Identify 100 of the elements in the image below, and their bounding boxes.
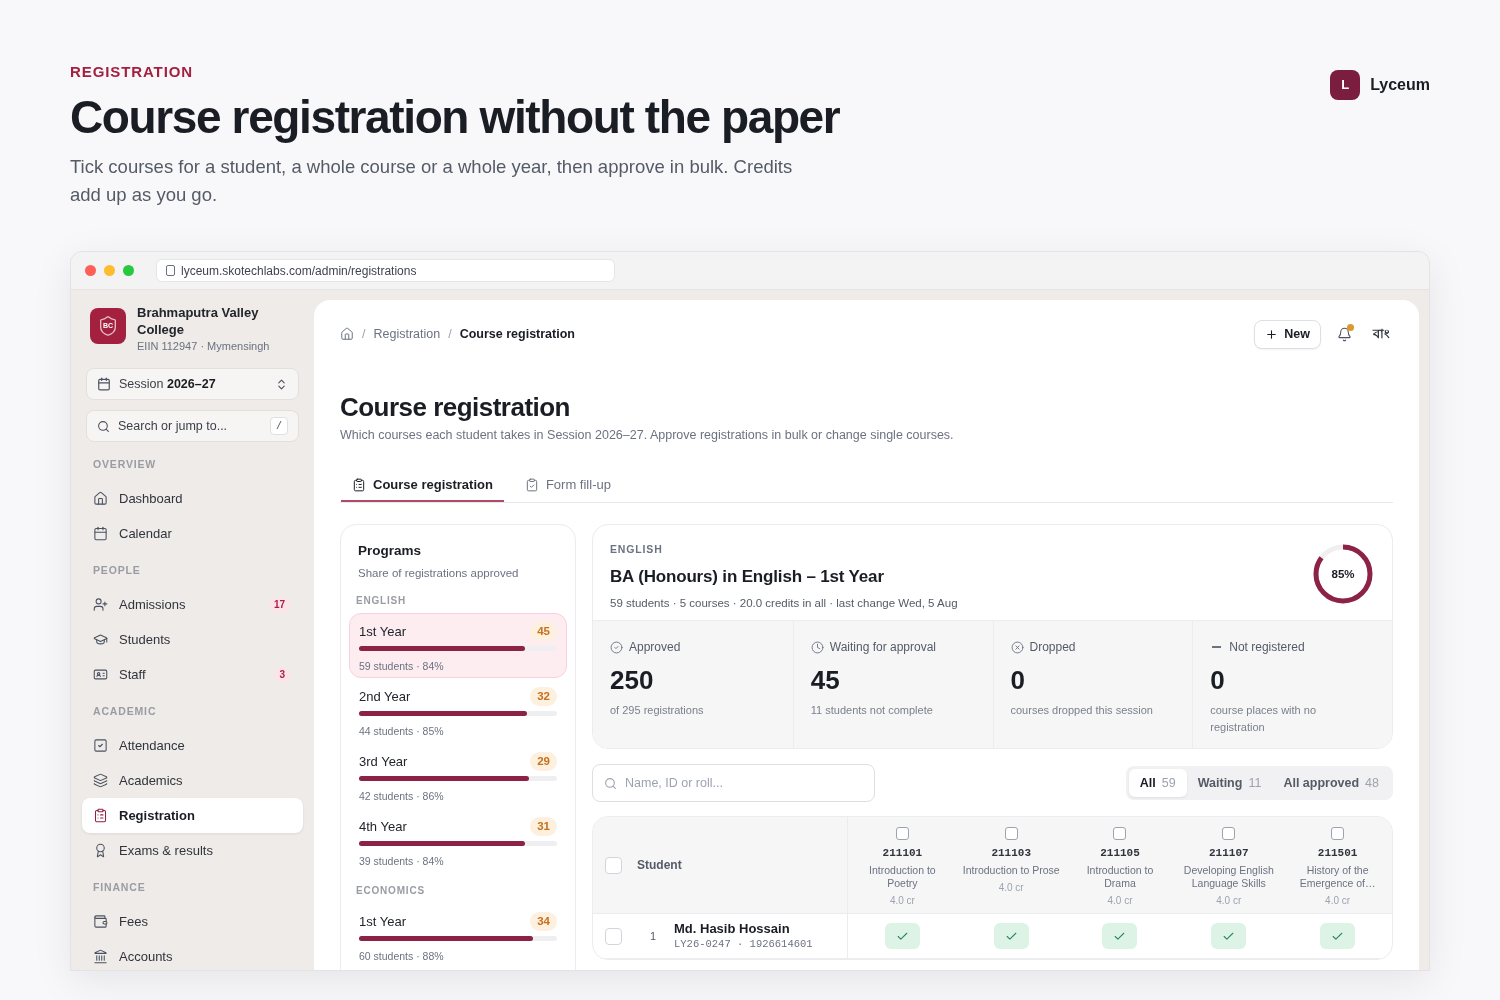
nav-item[interactable]: Dashboard: [84, 481, 301, 516]
x-circle-icon: [1010, 640, 1024, 654]
layers-icon: [93, 773, 108, 788]
clipboard-check-icon: [524, 477, 539, 492]
check-circle-icon: [610, 640, 623, 654]
bank-icon: [93, 949, 108, 964]
student-name: Md. Hasib Hossain: [674, 921, 791, 937]
approved-toggle[interactable]: [1102, 923, 1138, 949]
stat-value: 0: [1010, 664, 1026, 696]
count-badge: 45: [530, 621, 557, 641]
calendar-icon: [93, 526, 108, 541]
graduation-cap-icon: [93, 632, 108, 647]
checkbox-icon: [93, 738, 108, 753]
breadcrumb-current: Course registration: [459, 325, 575, 343]
id-card-icon: [93, 667, 108, 682]
page-headline: Course registration without the paper: [70, 91, 840, 143]
calendar-icon: [97, 377, 111, 391]
stat-value: 250: [610, 664, 655, 696]
approved-toggle[interactable]: [1211, 923, 1247, 949]
count-badge: 29: [530, 751, 557, 771]
checkbox[interactable]: [1004, 827, 1018, 840]
nav-item[interactable]: Students: [84, 622, 301, 657]
college-meta: EIIN 112947 · Mymensingh: [137, 339, 271, 354]
clock-icon: [810, 640, 824, 654]
stat-label: Not registered: [1229, 639, 1305, 656]
nav-item[interactable]: Exams & results: [84, 833, 301, 868]
program-meta: 44 students · 85%: [359, 724, 445, 739]
course-credits: 4.0 cr: [998, 880, 1024, 895]
notification-bell[interactable]: [1335, 325, 1353, 343]
new-button[interactable]: New: [1254, 319, 1321, 349]
url-field[interactable]: lyceum.skotechlabs.com/admin/registrations: [156, 259, 615, 282]
filter-option[interactable]: All approved 48: [1272, 769, 1390, 797]
dash-icon: [1212, 646, 1222, 648]
stat-label: Waiting for approval: [829, 639, 937, 656]
stat-value: 45: [810, 664, 841, 696]
program-item[interactable]: 4th Year 31 39 students · 84%: [349, 807, 567, 873]
course-title: Developing English Language Skills: [1182, 863, 1275, 890]
count-badge: 32: [530, 686, 557, 706]
program-group-label: ENGLISH: [355, 593, 408, 608]
course-code: 211101: [882, 846, 923, 861]
program-item[interactable]: 1st Year 45 59 students · 84%: [349, 612, 567, 678]
checkbox[interactable]: [1113, 827, 1127, 840]
course-credits: 4.0 cr: [889, 893, 915, 908]
user-plus-icon: [93, 597, 108, 612]
student-id: LY26-0247 · 1926614601: [674, 937, 813, 951]
course-title: History of the Emergence of…: [1298, 863, 1377, 890]
approved-toggle[interactable]: [1320, 923, 1356, 949]
program-item[interactable]: 2nd Year 32 44 students · 85%: [349, 677, 567, 743]
clipboard-list-icon: [352, 477, 366, 492]
checkbox[interactable]: [895, 827, 909, 840]
course-code: 211105: [1100, 846, 1140, 861]
nav-section-label: PEOPLE: [92, 563, 142, 579]
chevrons-icon: [275, 377, 288, 391]
course-title: Introduction to Prose: [962, 863, 1061, 877]
breadcrumb-separator: /: [448, 325, 452, 343]
program-item[interactable]: 1st Year 34 60 students · 88%: [349, 902, 567, 968]
checkbox[interactable]: [1222, 827, 1236, 840]
program-item[interactable]: 3rd Year 29 42 students · 86%: [349, 742, 567, 808]
approved-toggle[interactable]: [993, 923, 1029, 949]
program-year: 1st Year: [359, 622, 406, 641]
search-field[interactable]: Search or jump to... /: [86, 410, 299, 442]
checkbox[interactable]: [1331, 827, 1345, 840]
filter-option[interactable]: All 59: [1128, 769, 1187, 797]
checkbox[interactable]: [605, 856, 622, 874]
program-meta: 59 students · 84%: [359, 659, 445, 674]
tab[interactable]: Form fill-up: [513, 469, 622, 502]
language-link[interactable]: বাং: [1373, 324, 1390, 344]
count-badge: 31: [530, 816, 557, 836]
course-title: Introduction to Drama: [1085, 863, 1155, 890]
nav-item[interactable]: Academics: [84, 763, 301, 798]
home-icon[interactable]: [340, 327, 354, 341]
wallet-icon: [93, 914, 108, 929]
summary-title: BA (Honours) in English – 1st Year: [610, 565, 885, 588]
nav-item[interactable]: Calendar: [84, 516, 301, 551]
award-icon: [93, 843, 108, 858]
college-name: Brahmaputra Valley College: [137, 304, 260, 338]
column-header: Student: [637, 857, 682, 874]
nav-item[interactable]: Attendance: [84, 728, 301, 763]
session-select[interactable]: Session 2026–27: [86, 368, 299, 400]
nav-item[interactable]: Fees: [84, 904, 301, 939]
breadcrumb-link[interactable]: Registration: [373, 324, 441, 344]
filter-option[interactable]: Waiting 11: [1186, 769, 1273, 797]
approved-toggle[interactable]: [884, 923, 920, 949]
summary-meta: 59 students · 5 courses · 20.0 credits in all · last change Wed, 5 Aug: [610, 596, 958, 612]
breadcrumb-separator: /: [362, 325, 366, 343]
search-icon: [97, 419, 110, 433]
nav-item[interactable]: Admissions 17: [84, 587, 301, 622]
program-meta: 42 students · 86%: [359, 789, 445, 804]
tab[interactable]: Course registration: [341, 469, 504, 502]
progress-donut: 85%: [1311, 542, 1375, 606]
nav-section-label: OVERVIEW: [92, 457, 158, 473]
checkbox[interactable]: [605, 927, 622, 945]
count-badge: 34: [530, 911, 557, 931]
nav-item[interactable]: Registration: [82, 798, 303, 833]
nav-item[interactable]: Staff 3: [84, 657, 301, 692]
nav-item[interactable]: Accounts: [84, 939, 301, 970]
course-credits: 4.0 cr: [1216, 893, 1242, 908]
stat-note: of 295 registrations: [610, 703, 705, 718]
program-year: 1st Year: [359, 912, 406, 931]
course-credits: 4.0 cr: [1325, 893, 1351, 908]
